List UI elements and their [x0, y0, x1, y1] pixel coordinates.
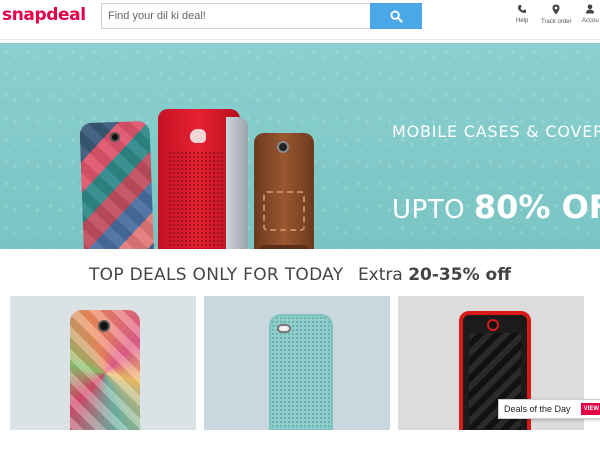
track-order-label: Track order: [541, 19, 572, 25]
perforation-pattern: [168, 151, 224, 249]
snapdeal-logo[interactable]: snapdeal: [2, 5, 86, 25]
floral-phone-case-image: [70, 310, 140, 430]
top-deals-title: TOP DEALS ONLY FOR TODAY: [89, 265, 344, 285]
deal-tile-floral-case[interactable]: [10, 296, 196, 430]
camera-icon: [98, 320, 110, 332]
user-icon: [585, 4, 594, 14]
camera-icon: [277, 141, 289, 153]
case-flap: [226, 117, 248, 249]
help-label: Help: [516, 18, 529, 24]
geometric-phone-case-image: [79, 120, 155, 249]
view-button[interactable]: VIEW: [580, 403, 600, 415]
search-input[interactable]: [102, 4, 369, 28]
case-bottom-strip: [259, 245, 309, 249]
banner-title: MOBILE CASES & COVERS: [392, 122, 600, 141]
banner-offer: UPTO 80% OFF: [392, 191, 600, 223]
camera-icon: [277, 324, 291, 333]
help-link[interactable]: Help: [516, 4, 528, 24]
track-order-link[interactable]: Track order: [541, 4, 571, 25]
camera-icon: [487, 319, 499, 331]
mint-phone-case-image: [269, 314, 333, 430]
brown-leather-case-image: [254, 133, 314, 249]
search-icon: [389, 9, 403, 23]
account-label: Accou: [582, 18, 599, 24]
deals-of-the-day-label: Deals of the Day: [504, 404, 571, 414]
red-flip-phone-case-image: [158, 109, 248, 249]
extra-value: 20-35% off: [408, 265, 511, 285]
search-bar: [101, 3, 422, 29]
top-deals-heading: TOP DEALS ONLY FOR TODAY Extra 20-35% of…: [0, 265, 600, 285]
deals-of-the-day-popup[interactable]: Deals of the Day VIEW: [498, 399, 600, 419]
extra-discount: Extra 20-35% off: [358, 265, 511, 285]
site-header: snapdeal Help Track order: [0, 0, 600, 40]
search-button[interactable]: [370, 3, 422, 29]
deal-tile-mint-case[interactable]: [204, 296, 390, 430]
promo-banner[interactable]: MOBILE CASES & COVERS UPTO 80% OFF: [0, 43, 600, 249]
location-pin-icon: [552, 4, 560, 15]
page: snapdeal Help Track order: [0, 0, 600, 450]
offer-value: 80% OFF: [473, 188, 600, 226]
extra-prefix: Extra: [357, 265, 409, 285]
account-link[interactable]: Accou: [582, 4, 599, 24]
card-pocket: [263, 191, 305, 231]
phone-icon: [518, 5, 527, 13]
offer-prefix: UPTO: [392, 195, 474, 225]
horse-logo-icon: [190, 129, 206, 143]
camera-icon: [109, 131, 121, 143]
